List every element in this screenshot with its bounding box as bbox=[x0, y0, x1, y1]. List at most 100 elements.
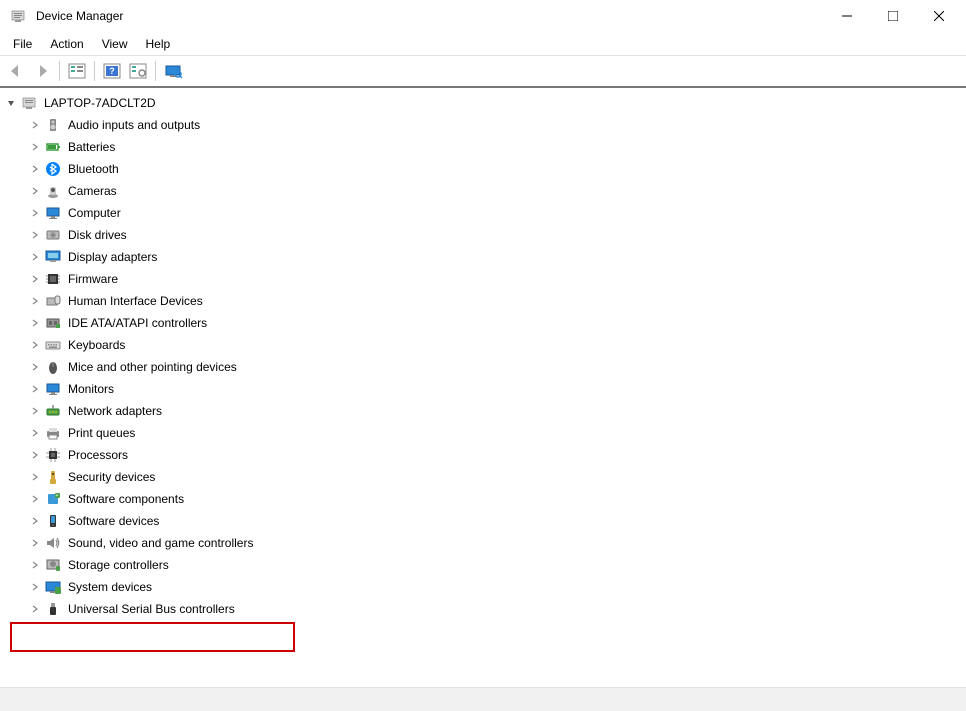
sound-icon bbox=[44, 534, 62, 552]
tree-item-swdev[interactable]: Software devices bbox=[0, 510, 966, 532]
show-hide-tree-button[interactable] bbox=[65, 59, 89, 83]
chevron-right-icon[interactable] bbox=[28, 536, 42, 550]
keyboard-icon bbox=[44, 336, 62, 354]
tree-item-display[interactable]: Display adapters bbox=[0, 246, 966, 268]
speaker-icon bbox=[44, 116, 62, 134]
tree-item-label: Processors bbox=[68, 444, 128, 466]
tree-item-label: Print queues bbox=[68, 422, 135, 444]
maximize-button[interactable] bbox=[870, 1, 916, 31]
tree-item-storage[interactable]: Storage controllers bbox=[0, 554, 966, 576]
chevron-down-icon[interactable] bbox=[4, 96, 18, 110]
tree-item-network[interactable]: Network adapters bbox=[0, 400, 966, 422]
tree-item-label: Software devices bbox=[68, 510, 159, 532]
tree-item-hid[interactable]: Human Interface Devices bbox=[0, 290, 966, 312]
firmware-icon bbox=[44, 270, 62, 288]
chevron-right-icon[interactable] bbox=[28, 140, 42, 154]
printer-icon bbox=[44, 424, 62, 442]
tree-item-firmware[interactable]: Firmware bbox=[0, 268, 966, 290]
menu-file[interactable]: File bbox=[4, 35, 41, 53]
tree-item-camera[interactable]: Cameras bbox=[0, 180, 966, 202]
tree-item-label: IDE ATA/ATAPI controllers bbox=[68, 312, 207, 334]
tree-item-label: Human Interface Devices bbox=[68, 290, 203, 312]
chevron-right-icon[interactable] bbox=[28, 272, 42, 286]
titlebar: Device Manager bbox=[0, 0, 966, 32]
tree-item-label: Mice and other pointing devices bbox=[68, 356, 237, 378]
close-button[interactable] bbox=[916, 1, 962, 31]
toolbar-separator bbox=[94, 61, 95, 81]
tree-item-security[interactable]: Security devices bbox=[0, 466, 966, 488]
tree-item-label: Batteries bbox=[68, 136, 115, 158]
help-button[interactable]: ? bbox=[100, 59, 124, 83]
chevron-right-icon[interactable] bbox=[28, 250, 42, 264]
hid-icon bbox=[44, 292, 62, 310]
tree-item-label: Sound, video and game controllers bbox=[68, 532, 253, 554]
minimize-button[interactable] bbox=[824, 1, 870, 31]
chevron-right-icon[interactable] bbox=[28, 382, 42, 396]
disk-icon bbox=[44, 226, 62, 244]
window-controls bbox=[824, 1, 962, 31]
tree-item-system[interactable]: System devices bbox=[0, 576, 966, 598]
chevron-right-icon[interactable] bbox=[28, 118, 42, 132]
tree-item-processor[interactable]: Processors bbox=[0, 444, 966, 466]
tree-item-sound[interactable]: Sound, video and game controllers bbox=[0, 532, 966, 554]
tree-item-disk[interactable]: Disk drives bbox=[0, 224, 966, 246]
toolbar-separator bbox=[155, 61, 156, 81]
scan-hardware-button[interactable] bbox=[126, 59, 150, 83]
tree-item-label: Network adapters bbox=[68, 400, 162, 422]
tree-item-label: System devices bbox=[68, 576, 152, 598]
forward-button[interactable] bbox=[30, 59, 54, 83]
tree-root-node[interactable]: LAPTOP-7ADCLT2D bbox=[0, 92, 966, 114]
tree-item-swcomp[interactable]: +Software components bbox=[0, 488, 966, 510]
device-tree: LAPTOP-7ADCLT2D Audio inputs and outputs… bbox=[0, 88, 966, 624]
chevron-right-icon[interactable] bbox=[28, 404, 42, 418]
tree-item-label: Audio inputs and outputs bbox=[68, 114, 200, 136]
tree-item-ide[interactable]: IDE ATA/ATAPI controllers bbox=[0, 312, 966, 334]
tree-item-mouse[interactable]: Mice and other pointing devices bbox=[0, 356, 966, 378]
chevron-right-icon[interactable] bbox=[28, 580, 42, 594]
tree-item-usb[interactable]: Universal Serial Bus controllers bbox=[0, 598, 966, 620]
chevron-right-icon[interactable] bbox=[28, 316, 42, 330]
menu-action[interactable]: Action bbox=[41, 35, 92, 53]
chevron-right-icon[interactable] bbox=[28, 448, 42, 462]
tree-item-monitor[interactable]: Monitors bbox=[0, 378, 966, 400]
highlight-annotation bbox=[10, 622, 295, 652]
chevron-right-icon[interactable] bbox=[28, 338, 42, 352]
svg-text:?: ? bbox=[109, 66, 115, 76]
chevron-right-icon[interactable] bbox=[28, 470, 42, 484]
chevron-right-icon[interactable] bbox=[28, 492, 42, 506]
tree-item-battery[interactable]: Batteries bbox=[0, 136, 966, 158]
tree-item-speaker[interactable]: Audio inputs and outputs bbox=[0, 114, 966, 136]
tree-item-keyboard[interactable]: Keyboards bbox=[0, 334, 966, 356]
tree-item-computer[interactable]: Computer bbox=[0, 202, 966, 224]
chevron-right-icon[interactable] bbox=[28, 228, 42, 242]
security-icon bbox=[44, 468, 62, 486]
swdev-icon bbox=[44, 512, 62, 530]
svg-text:+: + bbox=[56, 493, 59, 499]
chevron-right-icon[interactable] bbox=[28, 294, 42, 308]
chevron-right-icon[interactable] bbox=[28, 206, 42, 220]
chevron-right-icon[interactable] bbox=[28, 514, 42, 528]
tree-item-label: Keyboards bbox=[68, 334, 125, 356]
toolbar-separator bbox=[59, 61, 60, 81]
tree-item-printer[interactable]: Print queues bbox=[0, 422, 966, 444]
chevron-right-icon[interactable] bbox=[28, 558, 42, 572]
chevron-right-icon[interactable] bbox=[28, 360, 42, 374]
menu-help[interactable]: Help bbox=[137, 35, 180, 53]
chevron-right-icon[interactable] bbox=[28, 162, 42, 176]
chevron-right-icon[interactable] bbox=[28, 184, 42, 198]
chevron-right-icon[interactable] bbox=[28, 426, 42, 440]
root-label: LAPTOP-7ADCLT2D bbox=[44, 92, 156, 114]
ide-icon bbox=[44, 314, 62, 332]
storage-icon bbox=[44, 556, 62, 574]
tree-item-label: Security devices bbox=[68, 466, 155, 488]
properties-button[interactable] bbox=[161, 59, 185, 83]
monitor-icon bbox=[44, 380, 62, 398]
battery-icon bbox=[44, 138, 62, 156]
computer-icon bbox=[44, 204, 62, 222]
back-button[interactable] bbox=[4, 59, 28, 83]
menu-view[interactable]: View bbox=[93, 35, 137, 53]
display-icon bbox=[44, 248, 62, 266]
tree-item-label: Firmware bbox=[68, 268, 118, 290]
chevron-right-icon[interactable] bbox=[28, 602, 42, 616]
tree-item-bluetooth[interactable]: Bluetooth bbox=[0, 158, 966, 180]
